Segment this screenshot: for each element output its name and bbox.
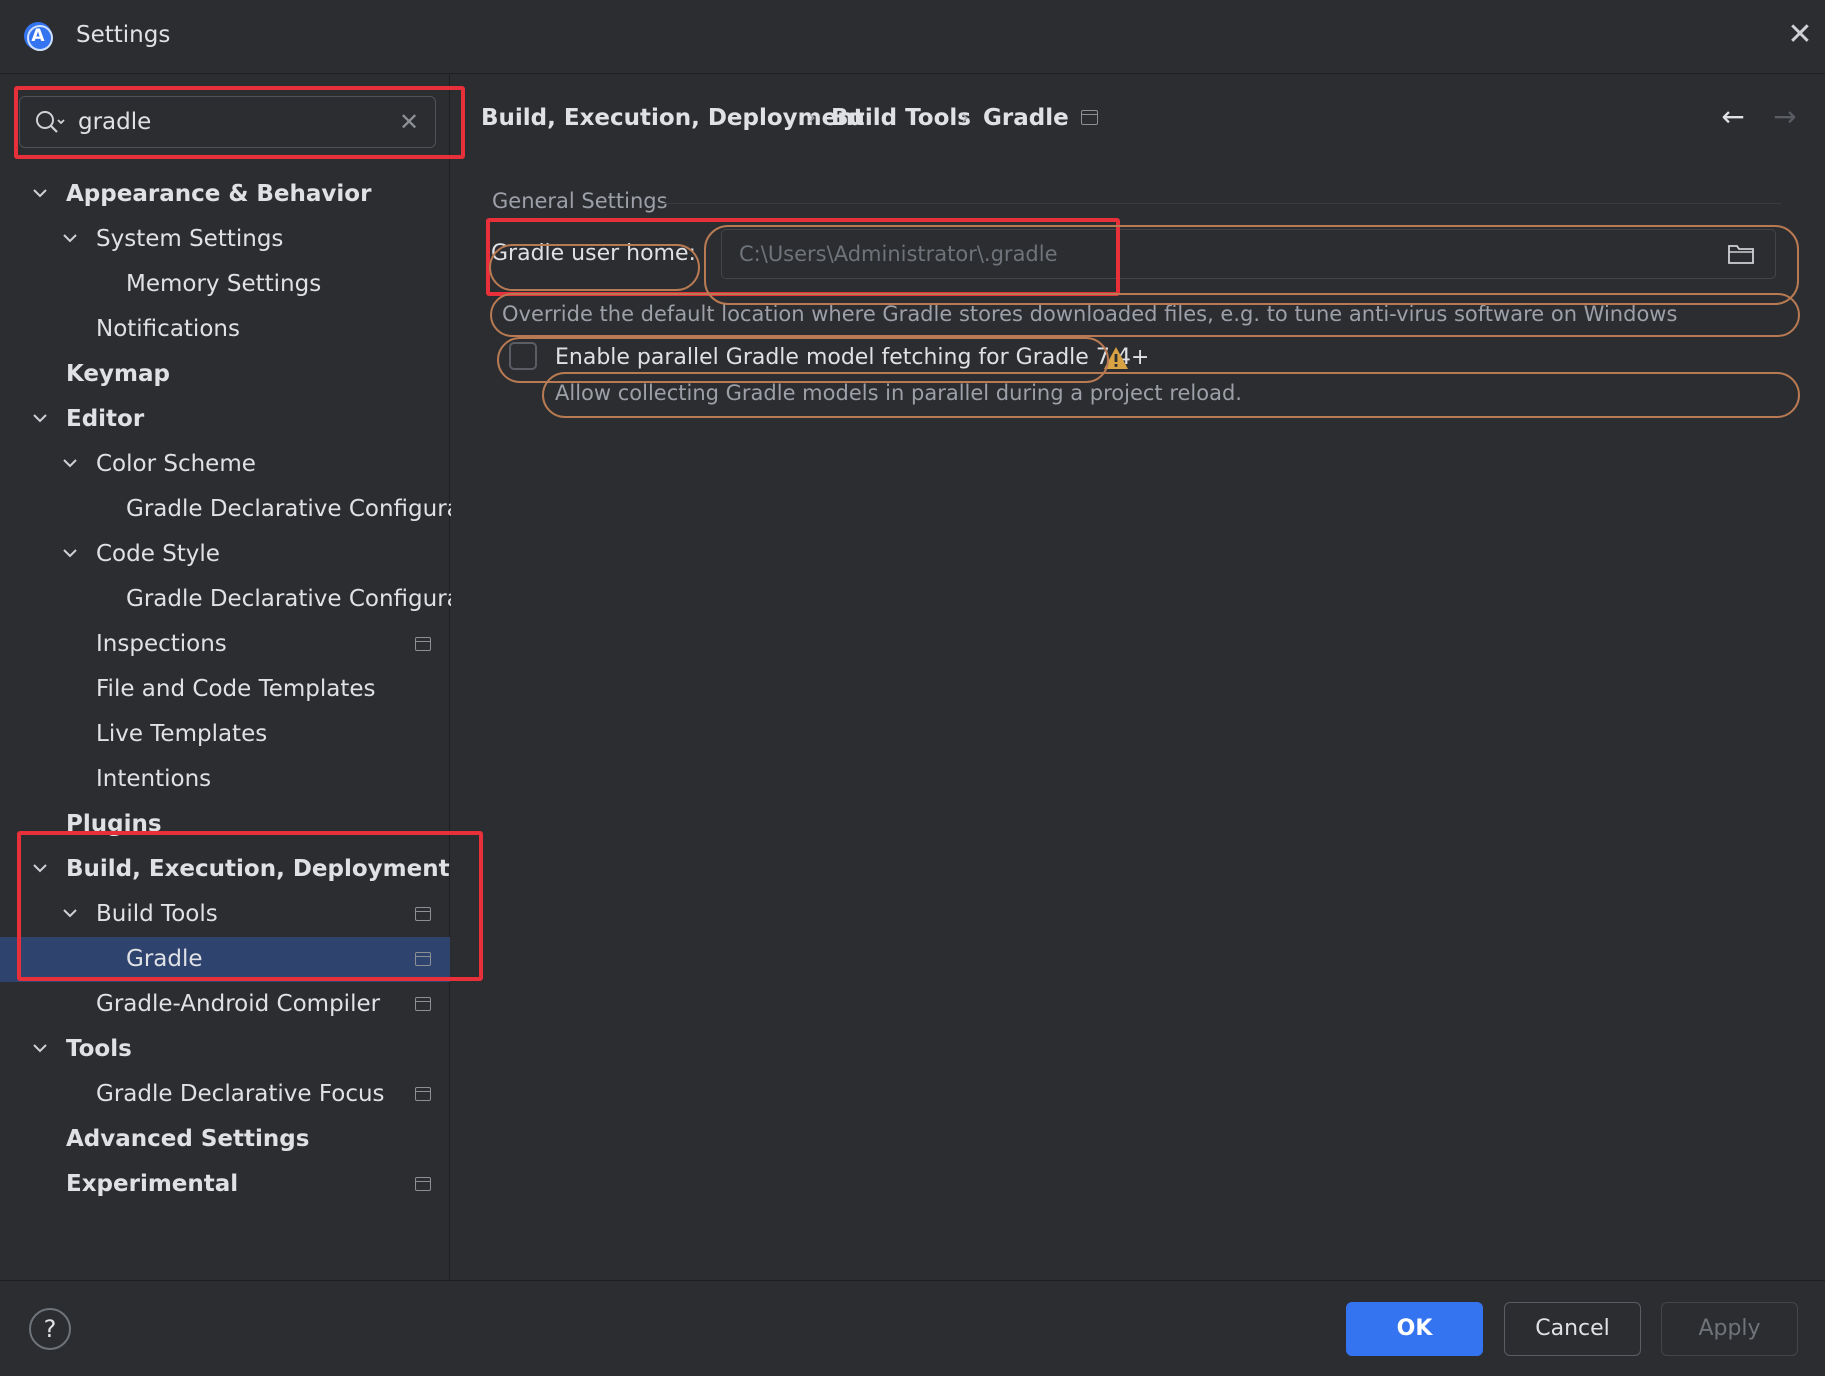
sidebar-item-tools[interactable]: Tools — [0, 1027, 450, 1072]
gradle-user-home-hint: Override the default location where Grad… — [502, 302, 1678, 326]
help-icon[interactable]: ? — [29, 1308, 71, 1350]
section-divider — [661, 203, 1781, 204]
sidebar-item-memory-settings[interactable]: Memory Settings — [0, 262, 450, 307]
parallel-fetching-description: Allow collecting Gradle models in parall… — [555, 381, 1242, 405]
gradle-settings-content: General Settings Gradle user home: C:\Us… — [451, 155, 1825, 1280]
sidebar-item-label: Plugins — [66, 811, 162, 837]
chevron-down-icon[interactable] — [60, 442, 80, 487]
chevron-down-icon[interactable] — [60, 532, 80, 577]
page-icon — [415, 997, 431, 1011]
dialog-footer: ? OK Cancel Apply — [0, 1280, 1825, 1376]
sidebar-item-label: Notifications — [96, 316, 240, 342]
sidebar-item-label: Color Scheme — [96, 451, 256, 477]
folder-icon[interactable] — [1727, 243, 1755, 265]
android-studio-icon: A — [24, 22, 53, 51]
sidebar-item-label: Experimental — [66, 1171, 239, 1197]
chevron-down-icon[interactable] — [30, 397, 50, 442]
search-icon — [36, 111, 65, 133]
sidebar-item-label: Build, Execution, Deployment — [66, 856, 450, 882]
sidebar-item-editor[interactable]: Editor — [0, 397, 450, 442]
chevron-down-icon[interactable] — [30, 1027, 50, 1072]
page-icon — [415, 1087, 431, 1101]
sidebar-item-plugins[interactable]: Plugins — [0, 802, 450, 847]
gradle-user-home-field[interactable]: C:\Users\Administrator\.gradle — [721, 229, 1776, 279]
page-icon — [415, 1177, 431, 1191]
page-icon — [1081, 110, 1098, 125]
sidebar-item-label: Build Tools — [96, 901, 218, 927]
title-bar: A Settings ✕ — [0, 0, 1825, 74]
arrow-left-icon[interactable]: ← — [1717, 101, 1749, 133]
settings-window: A Settings ✕ gradle ✕ Appearance & Behav… — [0, 0, 1825, 1376]
sidebar-item-label: Gradle Declarative Focus — [96, 1081, 385, 1107]
window-title: Settings — [76, 22, 171, 48]
sidebar-item-label: Gradle Declarative Configurati — [126, 586, 477, 612]
arrow-right-icon: → — [1773, 100, 1797, 133]
chevron-down-icon[interactable] — [30, 847, 50, 892]
sidebar-item-appearance-behavior[interactable]: Appearance & Behavior — [0, 172, 450, 217]
sidebar-item-file-and-code-templates[interactable]: File and Code Templates — [0, 667, 450, 712]
breadcrumb-separator: › — [961, 105, 969, 129]
breadcrumb-item-build-tools[interactable]: Build Tools — [831, 105, 971, 131]
sidebar-item-build-tools[interactable]: Build Tools — [0, 892, 450, 937]
page-icon — [415, 637, 431, 651]
sidebar-item-label: Intentions — [96, 766, 212, 792]
sidebar-item-gradle-android-compiler[interactable]: Gradle-Android Compiler — [0, 982, 450, 1027]
sidebar-item-label: Gradle-Android Compiler — [96, 991, 381, 1017]
main-panel: Build, Execution, Deployment › Build Too… — [451, 75, 1825, 1280]
sidebar-item-label: Inspections — [96, 631, 227, 657]
sidebar-item-label: Advanced Settings — [66, 1126, 310, 1152]
sidebar-item-label: Keymap — [66, 361, 170, 387]
parallel-fetching-checkbox[interactable] — [509, 342, 537, 370]
breadcrumb: Build, Execution, Deployment › Build Too… — [451, 75, 1825, 155]
sidebar-item-inspections[interactable]: Inspections — [0, 622, 450, 667]
clear-icon[interactable]: ✕ — [394, 107, 424, 137]
sidebar-item-keymap[interactable]: Keymap — [0, 352, 450, 397]
page-icon — [415, 907, 431, 921]
sidebar-item-intentions[interactable]: Intentions — [0, 757, 450, 802]
sidebar-item-experimental[interactable]: Experimental — [0, 1162, 450, 1207]
sidebar-item-system-settings[interactable]: System Settings — [0, 217, 450, 262]
sidebar-item-label: Gradle Declarative Configurati — [126, 496, 477, 522]
sidebar-item-gradle-declarative-focus[interactable]: Gradle Declarative Focus — [0, 1072, 450, 1117]
sidebar-item-label: Tools — [66, 1036, 132, 1062]
sidebar-item-build-execution-deployment[interactable]: Build, Execution, Deployment — [0, 847, 450, 892]
breadcrumb-separator: › — [808, 105, 816, 129]
sidebar-item-gradle-declarative-configurati[interactable]: Gradle Declarative Configurati — [0, 577, 476, 622]
settings-sidebar: gradle ✕ Appearance & Behavior System Set… — [0, 75, 476, 1280]
breadcrumb-item-gradle: Gradle — [983, 105, 1069, 131]
sidebar-item-live-templates[interactable]: Live Templates — [0, 712, 450, 757]
sidebar-item-label: Editor — [66, 406, 145, 432]
parallel-fetching-label[interactable]: Enable parallel Gradle model fetching fo… — [555, 345, 1149, 370]
warning-icon — [1104, 347, 1128, 369]
chevron-down-icon[interactable] — [60, 217, 80, 262]
page-icon — [415, 952, 431, 966]
apply-button[interactable]: Apply — [1661, 1302, 1798, 1356]
sidebar-item-label: Memory Settings — [126, 271, 322, 297]
chevron-down-icon[interactable] — [30, 172, 50, 217]
sidebar-item-label: Code Style — [96, 541, 220, 567]
sidebar-item-gradle-declarative-configurati[interactable]: Gradle Declarative Configurati — [0, 487, 476, 532]
sidebar-item-advanced-settings[interactable]: Advanced Settings — [0, 1117, 450, 1162]
search-field[interactable]: gradle ✕ — [19, 96, 436, 148]
settings-tree: Appearance & Behavior System Settings Memo… — [0, 172, 476, 1207]
gradle-user-home-placeholder: C:\Users\Administrator\.gradle — [739, 242, 1058, 266]
sidebar-item-label: Live Templates — [96, 721, 268, 747]
sidebar-item-gradle[interactable]: Gradle — [0, 937, 450, 982]
sidebar-item-color-scheme[interactable]: Color Scheme — [0, 442, 450, 487]
close-icon[interactable]: ✕ — [1785, 20, 1815, 50]
section-title: General Settings — [492, 189, 668, 213]
sidebar-item-label: System Settings — [96, 226, 284, 252]
sidebar-item-label: File and Code Templates — [96, 676, 376, 702]
gradle-user-home-label: Gradle user home: — [491, 241, 696, 266]
chevron-down-icon[interactable] — [60, 892, 80, 937]
cancel-button[interactable]: Cancel — [1504, 1302, 1641, 1356]
sidebar-item-label: Gradle — [126, 946, 203, 972]
ok-button[interactable]: OK — [1346, 1302, 1483, 1356]
sidebar-item-label: Appearance & Behavior — [66, 181, 372, 207]
sidebar-item-notifications[interactable]: Notifications — [0, 307, 450, 352]
sidebar-item-code-style[interactable]: Code Style — [0, 532, 450, 577]
search-input[interactable]: gradle — [78, 109, 151, 135]
